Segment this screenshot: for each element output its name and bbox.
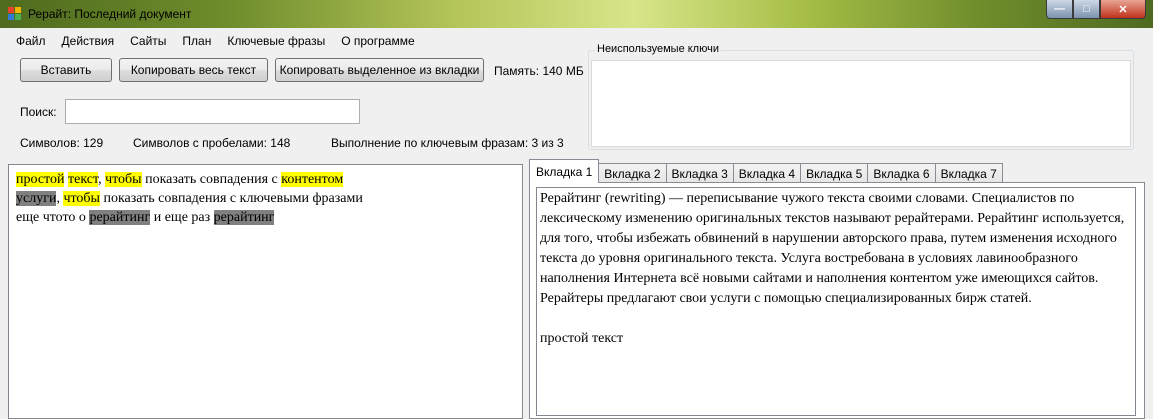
editor-text: показать совпадения с	[141, 172, 282, 187]
app-window: Рерайт: Последний документ — □ ✕ Файл Де…	[0, 0, 1153, 419]
tab-2[interactable]: Вкладка 2	[598, 163, 667, 183]
editor-line: еще чтото о рерайтинг и еще раз рерайтин…	[16, 208, 515, 227]
window-title: Рерайт: Последний документ	[28, 7, 192, 21]
match-highlight: рерайтинг	[213, 210, 275, 225]
tab-1[interactable]: Вкладка 1	[529, 159, 600, 183]
unused-keys-list[interactable]	[591, 60, 1131, 147]
unused-keys-group: Неиспользуемые ключи	[588, 43, 1134, 150]
close-button[interactable]: ✕	[1100, 0, 1146, 19]
tab-6[interactable]: Вкладка 6	[867, 163, 936, 183]
search-label: Поиск:	[20, 105, 57, 119]
maximize-button[interactable]: □	[1073, 0, 1100, 19]
title-bar[interactable]: Рерайт: Последний документ — □ ✕	[0, 0, 1153, 28]
search-input[interactable]	[65, 99, 360, 124]
tab-4[interactable]: Вкладка 4	[732, 163, 802, 183]
client-area: Файл Действия Сайты План Ключевые фразы …	[8, 28, 1145, 419]
menu-keyphrases[interactable]: Ключевые фразы	[219, 32, 333, 52]
source-paragraph: простой текст	[540, 331, 624, 346]
copy-selected-button[interactable]: Копировать выделенное из вкладки	[275, 58, 484, 82]
tab-5[interactable]: Вкладка 5	[800, 163, 869, 183]
tab-page-1: Рерайтинг (rewriting) — переписывание чу…	[529, 182, 1145, 419]
keyword-highlight: чтобы	[63, 191, 100, 206]
menu-plan[interactable]: План	[174, 32, 219, 52]
tab-3[interactable]: Вкладка 3	[665, 163, 734, 183]
chars-with-spaces-count: Символов с пробелами: 148	[133, 136, 291, 150]
menu-bar: Файл Действия Сайты План Ключевые фразы …	[8, 32, 423, 52]
keyword-highlight: контентом	[281, 172, 344, 187]
menu-actions[interactable]: Действия	[54, 32, 123, 52]
menu-sites[interactable]: Сайты	[122, 32, 174, 52]
editor-text: еще чтото о	[16, 210, 90, 225]
unused-keys-title: Неиспользуемые ключи	[595, 43, 721, 55]
tab-7[interactable]: Вкладка 7	[934, 163, 1003, 183]
source-text-area[interactable]: Рерайтинг (rewriting) — переписывание чу…	[536, 187, 1136, 416]
match-highlight: рерайтинг	[89, 210, 151, 225]
chars-count: Символов: 129	[20, 136, 104, 150]
editor-text: показать совпадения с ключевыми фразами	[99, 191, 363, 206]
maximize-icon: □	[1083, 3, 1090, 15]
match-highlight: услуги	[16, 191, 57, 206]
source-paragraph: Рерайтинг (rewriting) — переписывание чу…	[540, 191, 1125, 306]
main-text-editor[interactable]: простой текст, чтобы показать совпадения…	[8, 164, 523, 419]
keyword-highlight: чтобы	[105, 172, 142, 187]
editor-line: услуги, чтобы показать совпадения с ключ…	[16, 189, 515, 208]
app-icon	[8, 7, 22, 21]
keyword-highlight: простой	[16, 172, 65, 187]
copy-all-button[interactable]: Копировать весь текст	[119, 58, 268, 82]
memory-label: Память: 140 МБ	[494, 64, 584, 78]
menu-file[interactable]: Файл	[8, 32, 54, 52]
minimize-button[interactable]: —	[1046, 0, 1073, 19]
close-icon: ✕	[1118, 3, 1128, 16]
keyword-highlight: текст	[67, 172, 99, 187]
editor-line: простой текст, чтобы показать совпадения…	[16, 170, 515, 189]
minimize-icon: —	[1054, 3, 1065, 15]
keyphrase-progress: Выполнение по ключевым фразам: 3 из 3	[331, 136, 564, 150]
editor-text: ,	[98, 172, 106, 187]
insert-button[interactable]: Вставить	[20, 58, 112, 82]
menu-about[interactable]: О программе	[333, 32, 422, 52]
tab-strip: Вкладка 1 Вкладка 2 Вкладка 3 Вкладка 4 …	[529, 159, 1003, 183]
editor-text: и еще раз	[150, 210, 214, 225]
